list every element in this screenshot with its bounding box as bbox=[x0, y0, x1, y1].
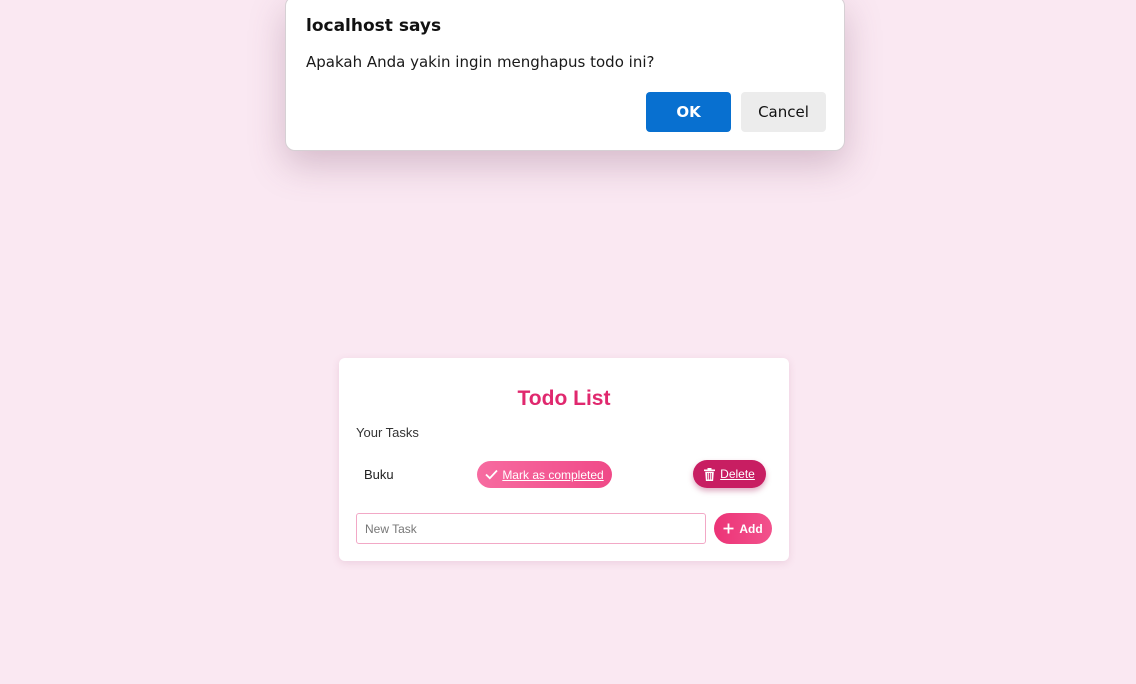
confirm-dialog: localhost says Apakah Anda yakin ingin m… bbox=[285, 0, 845, 151]
delete-label: Delete bbox=[720, 467, 755, 481]
tasks-section-label: Your Tasks bbox=[356, 425, 419, 440]
plus-icon bbox=[723, 523, 734, 534]
mark-completed-label: Mark as completed bbox=[502, 467, 604, 482]
dialog-title: localhost says bbox=[306, 16, 442, 36]
add-task-button[interactable]: Add bbox=[714, 513, 772, 544]
dialog-message: Apakah Anda yakin ingin menghapus todo i… bbox=[306, 53, 655, 71]
trash-icon bbox=[704, 467, 716, 481]
delete-button[interactable]: Delete bbox=[693, 460, 766, 488]
ok-button[interactable]: OK bbox=[646, 92, 731, 132]
cancel-button[interactable]: Cancel bbox=[741, 92, 826, 132]
add-label: Add bbox=[739, 521, 763, 536]
mark-completed-button[interactable]: Mark as completed bbox=[477, 461, 612, 488]
check-icon bbox=[485, 469, 498, 480]
todo-card: Todo List Your Tasks Buku Mark as comple… bbox=[339, 358, 789, 561]
task-name: Buku bbox=[364, 467, 394, 482]
new-task-input[interactable] bbox=[356, 513, 706, 544]
page-title: Todo List bbox=[517, 387, 611, 410]
